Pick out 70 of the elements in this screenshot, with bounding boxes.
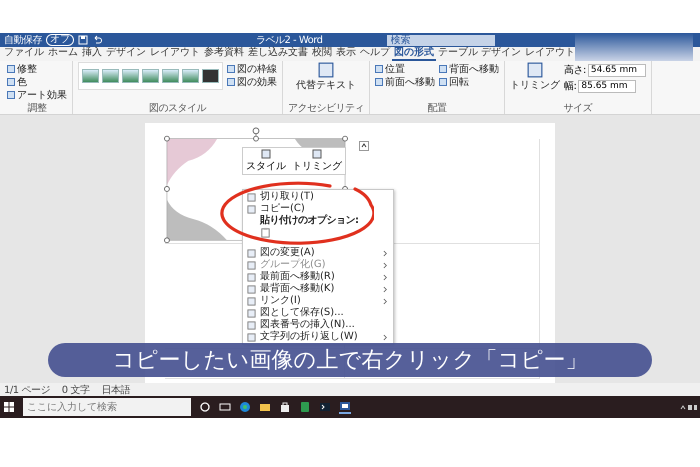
search-field[interactable]: 検索	[386, 34, 495, 46]
group-label: 図のスタイル	[149, 103, 206, 114]
ribbon-button[interactable]: 図の枠線	[227, 62, 277, 75]
subtitle-caption: コピーしたい画像の上で右クリック「コピー」	[48, 343, 652, 377]
taskbar-search-field[interactable]: ここに入力して検索	[23, 398, 191, 416]
ribbon-button[interactable]: 回転	[439, 75, 499, 88]
status-text: 0 文字	[62, 384, 90, 396]
toolbar-icon	[261, 149, 271, 159]
menu-item[interactable]: 図の変更(A)	[260, 247, 315, 259]
menu-item[interactable]: 図表番号の挿入(N)...	[260, 319, 355, 331]
menu-heading: 貼り付けのオプション:	[258, 215, 358, 227]
word-icon[interactable]	[339, 400, 351, 414]
size-label: 幅:	[564, 80, 576, 93]
store-bag-icon[interactable]	[279, 401, 291, 413]
size-field[interactable]: 54.65 mm	[588, 64, 646, 76]
toolbar-button[interactable]: トリミング	[290, 149, 344, 173]
ribbon-tab[interactable]: レイアウト	[148, 47, 202, 61]
ribbon-button[interactable]: アート効果	[7, 88, 67, 101]
windows-start-icon[interactable]	[3, 401, 15, 413]
status-text: 日本語	[101, 384, 130, 396]
ribbon-tab[interactable]: レイアウト	[523, 47, 578, 61]
terminal-icon[interactable]	[319, 401, 331, 413]
group-label: サイズ	[564, 103, 592, 114]
ribbon-tab[interactable]: 表示	[334, 47, 358, 61]
ribbon-tab[interactable]: 参考資料	[202, 47, 246, 61]
task-view-icon[interactable]	[219, 401, 231, 413]
save-icon[interactable]	[78, 35, 88, 45]
ribbon-tab[interactable]: ヘルプ	[358, 47, 392, 61]
ribbon-button[interactable]: 代替テキスト	[296, 62, 356, 92]
ribbon-tab[interactable]: デザイン	[104, 47, 148, 61]
group-label: 調整	[28, 103, 46, 114]
clipboard-icon[interactable]	[260, 227, 271, 238]
ribbon-tab[interactable]: ホーム	[46, 47, 80, 61]
ribbon-button[interactable]: トリミング	[510, 62, 560, 92]
ribbon-tab[interactable]: ファイル	[2, 47, 46, 61]
menu-item[interactable]: 最前面へ移動(R)	[260, 271, 335, 283]
folder-icon[interactable]	[259, 401, 271, 413]
browser-icon[interactable]	[239, 401, 251, 413]
group-label: アクセシビリティ	[288, 103, 364, 114]
autosave-toggle[interactable]: オフ	[46, 34, 74, 46]
status-text: 1/1 ページ	[4, 384, 50, 396]
toolbar-button[interactable]: スタイル	[244, 149, 288, 173]
menu-item[interactable]: リンク(I)	[260, 295, 301, 307]
picture-style-gallery[interactable]	[78, 62, 223, 90]
menu-item[interactable]: 切り取り(T)	[260, 191, 314, 203]
ribbon-button[interactable]: 背面へ移動	[439, 62, 499, 75]
menu-item[interactable]: 文字列の折り返し(W)	[260, 331, 358, 343]
size-label: 高さ:	[564, 64, 586, 77]
picture-frame-icon	[527, 62, 543, 78]
ribbon-tab[interactable]: 校閲	[310, 47, 334, 61]
toolbar-icon	[312, 149, 322, 159]
layout-options-icon[interactable]	[359, 141, 369, 151]
ribbon-button[interactable]: 位置	[375, 62, 435, 75]
menu-item[interactable]: コピー(C)	[260, 203, 305, 215]
menu-item[interactable]: 図として保存(S)...	[260, 307, 344, 319]
ribbon-tab[interactable]: テーブル デザイン	[436, 47, 524, 61]
ribbon-button[interactable]: 色	[7, 75, 67, 88]
menu-item[interactable]: 最背面へ移動(K)	[260, 283, 334, 295]
ribbon-tab[interactable]: 差し込み文書	[246, 47, 310, 61]
ribbon-button[interactable]: 図の効果	[227, 75, 277, 88]
picture-frame-icon	[318, 62, 334, 78]
ribbon-button[interactable]: 前面へ移動	[375, 75, 435, 88]
size-field[interactable]: 85.65 mm	[578, 80, 636, 92]
autosave-label: 自動保存	[4, 34, 42, 47]
app-tile-icon[interactable]	[299, 401, 311, 413]
ribbon-button[interactable]: 修整	[7, 62, 67, 75]
ribbon-tab[interactable]: 挿入	[80, 47, 104, 61]
window-title: ラベル2 - Word	[256, 34, 323, 46]
group-label: 配置	[428, 103, 446, 114]
undo-icon[interactable]	[92, 35, 102, 45]
